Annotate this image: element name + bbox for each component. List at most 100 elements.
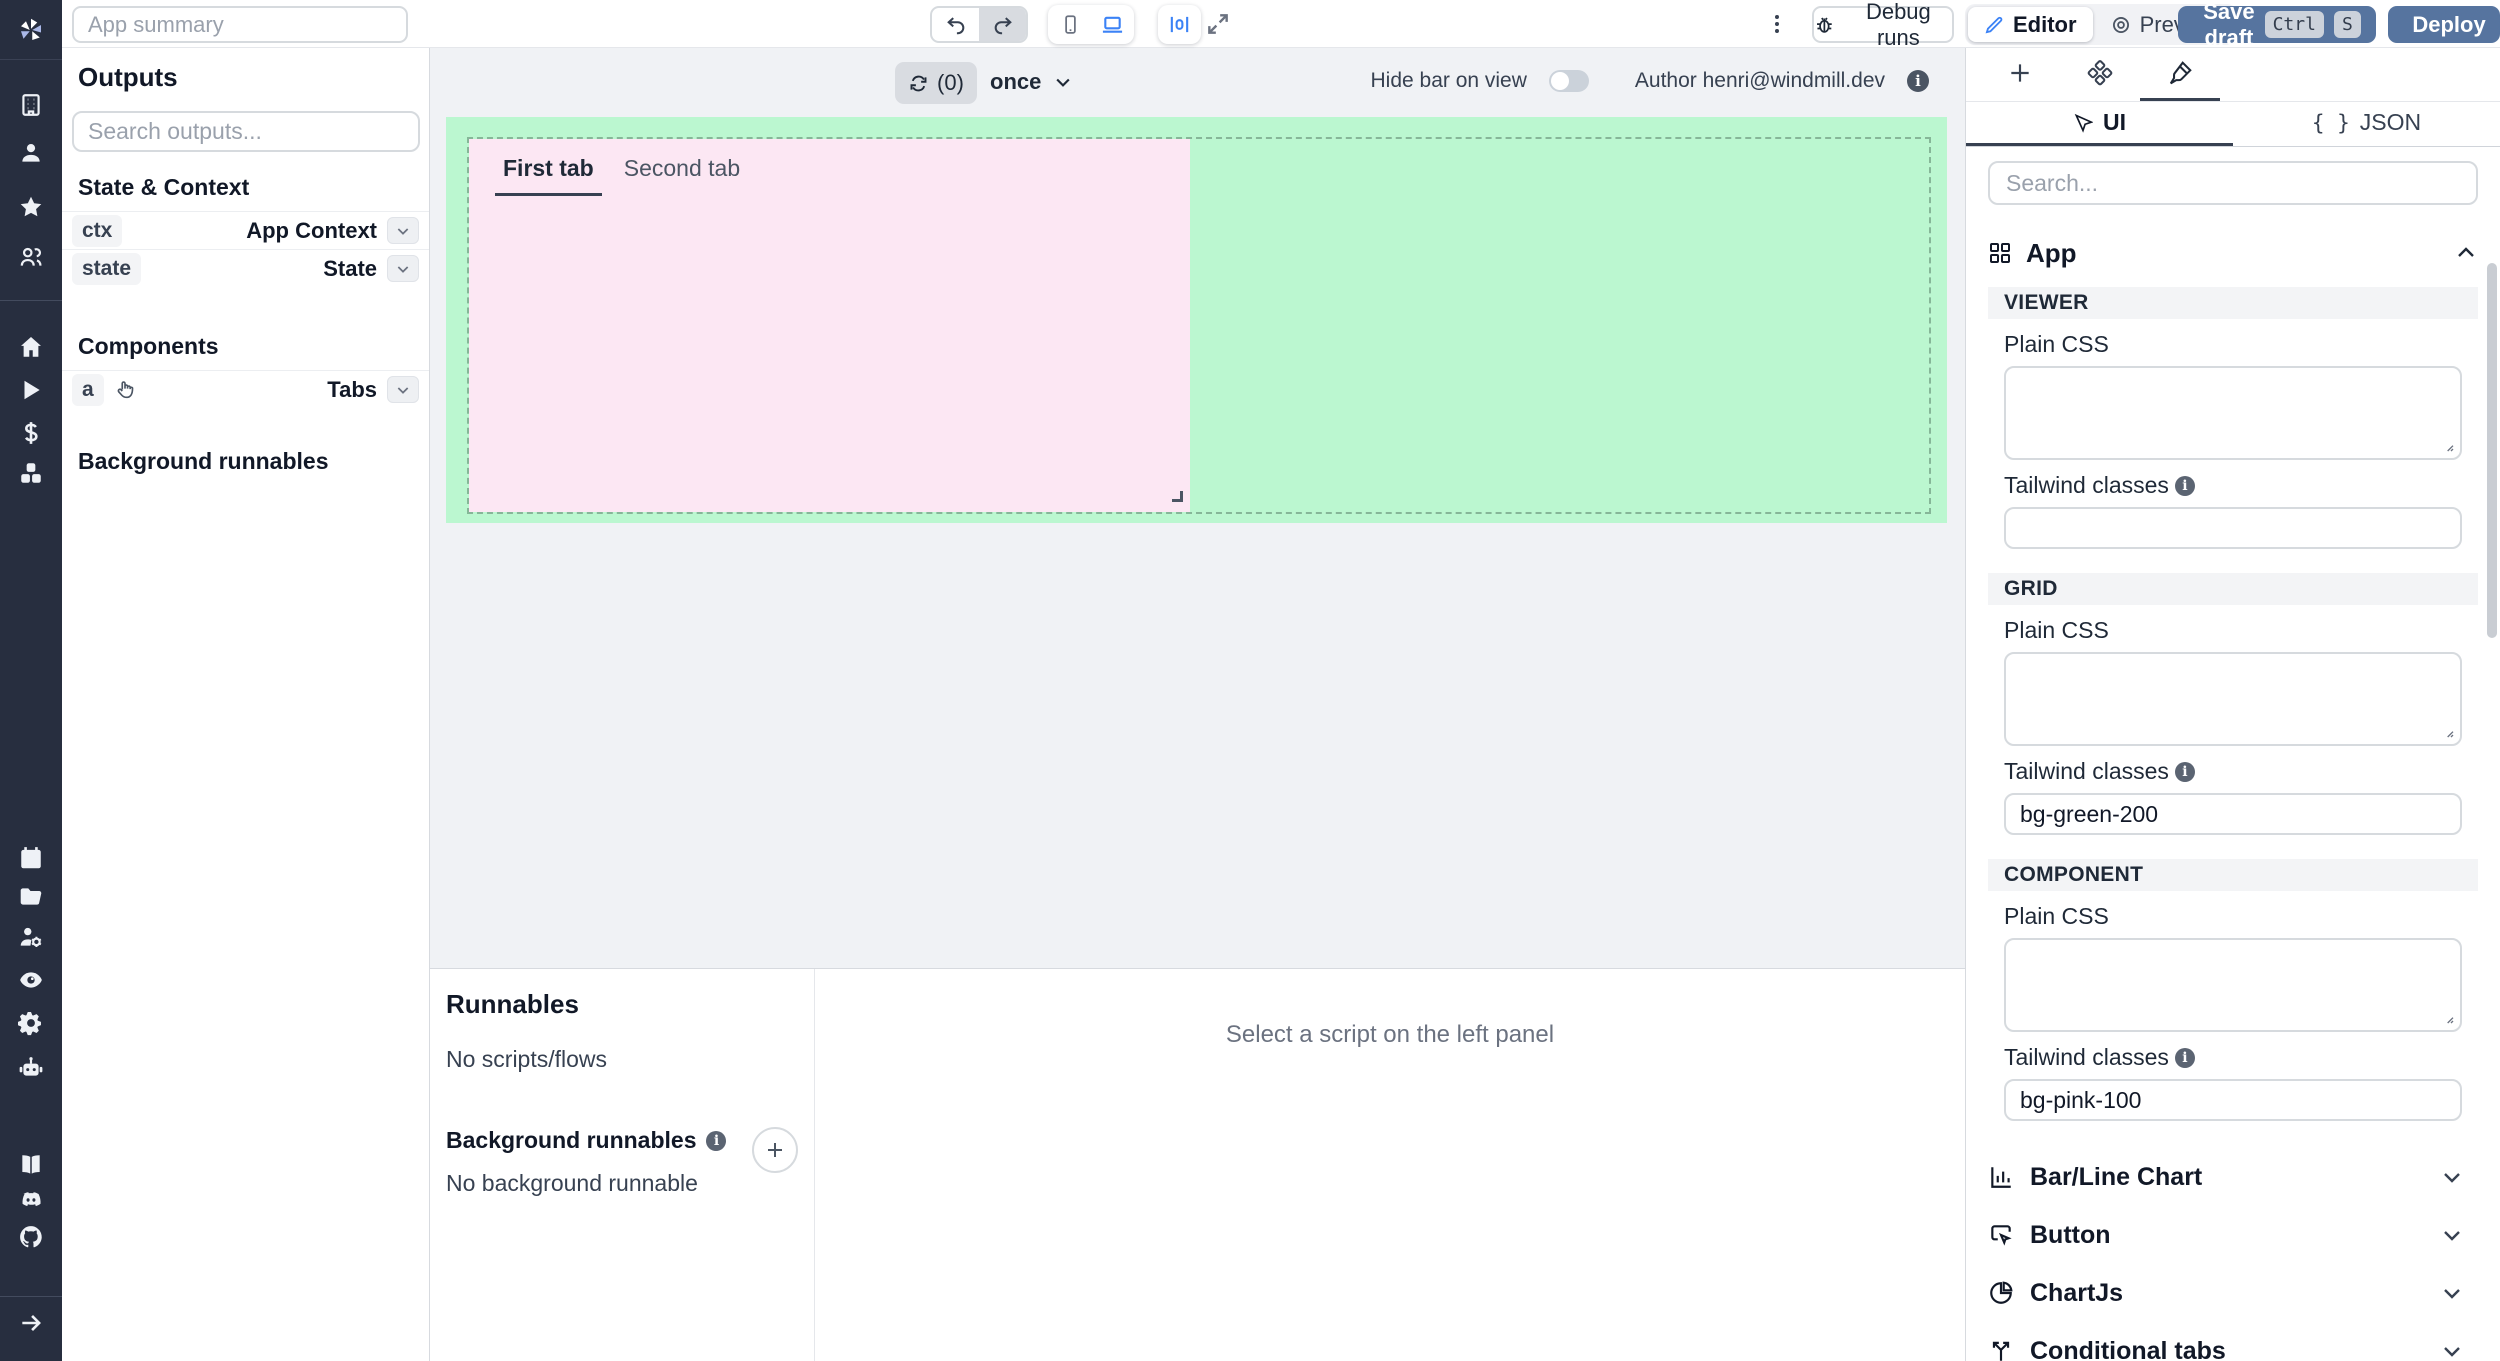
undo-button[interactable] [932,8,979,41]
info-icon[interactable]: i [706,1131,726,1151]
fullscreen-icon[interactable] [1205,11,1231,37]
kbd-ctrl: Ctrl [2265,11,2324,38]
tab-json[interactable]: { } JSON [2233,102,2500,146]
redo-button[interactable] [979,8,1026,41]
deploy-button[interactable]: Deploy [2388,6,2500,43]
resources-cubes-icon[interactable] [18,460,44,486]
favorites-star-icon[interactable] [18,194,44,220]
scrollbar-thumb[interactable] [2487,263,2497,638]
tab-ui[interactable]: UI [1966,102,2233,146]
info-icon[interactable]: i [2175,762,2195,782]
refresh-count-button[interactable]: (0) [895,62,977,104]
output-row-component-a[interactable]: a Tabs [62,370,429,408]
refresh-mode-dropdown[interactable]: once [990,69,1073,95]
tab-second[interactable]: Second tab [616,145,748,196]
more-menu-button[interactable] [1762,9,1792,39]
settings-gear-icon[interactable] [18,1010,44,1036]
app-summary-input[interactable] [72,6,408,43]
hide-bar-toggle[interactable] [1549,70,1589,92]
tab-first[interactable]: First tab [495,145,602,196]
outputs-panel: Outputs State & Context ctx App Context … [62,48,430,1361]
kbd-s: S [2334,11,2361,38]
variables-dollar-icon[interactable] [18,420,44,446]
groups-icon[interactable] [18,244,44,270]
output-key-badge: state [72,253,141,285]
docs-book-icon[interactable] [18,1152,44,1178]
tailwind-classes-input[interactable] [2004,793,2462,835]
components-tab[interactable] [2060,48,2140,101]
add-background-runnable-button[interactable] [752,1127,798,1173]
component-type-label: Tabs [327,377,377,403]
tailwind-label-text: Tailwind classes [2004,472,2169,499]
workers-user-gear-icon[interactable] [18,924,44,950]
output-row-state[interactable]: state State [62,249,429,287]
section-button[interactable]: Button [1988,1213,2478,1257]
chevron-down-icon[interactable] [2440,1223,2464,1247]
schedules-calendar-icon[interactable] [18,845,44,871]
discord-icon[interactable] [18,1187,44,1213]
plain-css-label: Plain CSS [2004,617,2478,644]
app-section-header[interactable]: App [1988,233,2478,273]
branch-split-icon [1988,1338,2014,1361]
ui-json-tabs: UI { } JSON [1966,102,2500,147]
editor-tab[interactable]: Editor [1968,7,2093,42]
section-conditional-tabs[interactable]: Conditional tabs [1988,1329,2478,1361]
runs-play-icon[interactable] [18,377,44,403]
user-icon[interactable] [18,140,44,166]
background-runnables-heading: Background runnables [78,448,413,475]
output-key-badge: ctx [72,215,122,247]
tailwind-classes-label: Tailwind classes i [2004,758,2478,785]
section-chartjs[interactable]: ChartJs [1988,1271,2478,1315]
canvas-topbar-right: Hide bar on view Author henri@windmill.d… [1370,69,1929,93]
refresh-count: (0) [937,70,964,96]
output-row-ctx[interactable]: ctx App Context [62,211,429,249]
component-search-input[interactable] [1988,161,2478,205]
ai-robot-icon[interactable] [18,1055,44,1081]
folders-icon[interactable] [18,884,44,910]
home-icon[interactable] [18,334,44,360]
info-icon[interactable]: i [2175,476,2195,496]
plain-css-textarea[interactable] [2006,940,2460,1030]
resize-grip-icon[interactable] [2439,437,2455,453]
tailwind-classes-input[interactable] [2004,507,2462,549]
runnables-list: Runnables No scripts/flows Background ru… [430,969,815,1361]
windmill-logo[interactable] [0,0,62,60]
app-grid[interactable]: First tab Second tab [446,117,1947,523]
resize-grip-icon[interactable] [2439,723,2455,739]
expand-row-button[interactable] [387,255,419,282]
plain-css-label: Plain CSS [2004,903,2478,930]
resize-handle[interactable] [1172,491,1183,502]
chevron-down-icon[interactable] [2440,1281,2464,1305]
section-label: ChartJs [2030,1279,2123,1308]
collapse-arrow-right-icon[interactable] [18,1310,44,1336]
plain-css-textarea[interactable] [2006,654,2460,744]
info-icon[interactable]: i [2175,1048,2195,1068]
section-bar-line-chart[interactable]: Bar/Line Chart [1988,1155,2478,1199]
workspace-building-icon[interactable] [18,92,44,118]
desktop-view-button[interactable] [1091,13,1133,36]
styling-tab[interactable] [2140,48,2220,101]
save-draft-button[interactable]: Save draft Ctrl S [2178,6,2376,43]
undo-redo-group [930,6,1028,43]
styling-content: App VIEWER Plain CSS Tailwind classes i … [1966,148,2500,1361]
plain-css-textarea[interactable] [2006,368,2460,458]
resize-grip-icon[interactable] [2439,1009,2455,1025]
mobile-view-button[interactable] [1049,14,1091,35]
chevron-down-icon[interactable] [2440,1339,2464,1361]
component-id-badge: a [72,374,104,406]
expand-row-button[interactable] [387,376,419,403]
tabs-component[interactable]: First tab Second tab [469,139,1190,512]
search-outputs-input[interactable] [72,111,420,152]
debug-runs-button[interactable]: Debug runs [1812,6,1954,43]
info-icon[interactable]: i [1907,70,1929,92]
expand-row-button[interactable] [387,217,419,244]
audit-eye-icon[interactable] [18,967,44,993]
chevron-down-icon[interactable] [2440,1165,2464,1189]
chevron-down-icon [1053,72,1073,92]
github-icon[interactable] [18,1224,44,1250]
center-align-button[interactable] [1158,5,1201,44]
bar-chart-icon [1988,1164,2014,1190]
insert-component-tab[interactable] [1980,48,2060,101]
chevron-up-icon[interactable] [2454,241,2478,265]
tailwind-classes-input[interactable] [2004,1079,2462,1121]
